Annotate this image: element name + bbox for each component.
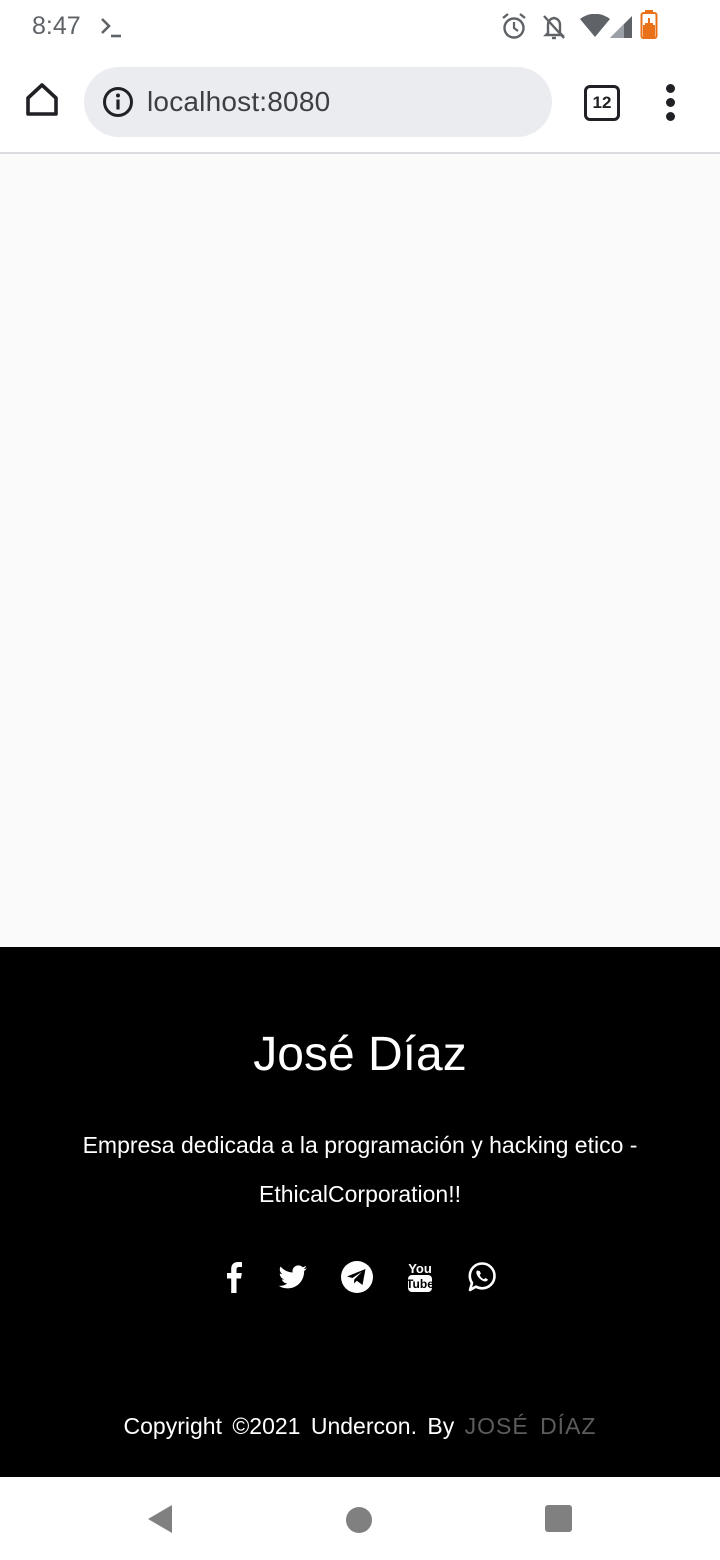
status-time: 8:47	[32, 12, 81, 40]
site-footer: José Díaz Empresa dedicada a la programa…	[0, 947, 720, 1477]
home-circle-icon[interactable]	[346, 1507, 372, 1533]
status-bar: 8:47	[0, 0, 720, 56]
youtube-icon-text-top: You	[408, 1261, 432, 1276]
whatsapp-icon[interactable]	[462, 1257, 502, 1297]
system-nav-bar	[0, 1477, 720, 1560]
more-vert-icon[interactable]	[660, 84, 682, 124]
page-content	[0, 154, 720, 947]
tab-switcher-button[interactable]: 12	[584, 85, 620, 121]
wifi-icon	[580, 13, 610, 43]
copyright-text: Copyright ©2021 Undercon. By	[123, 1413, 455, 1439]
social-links: You Tube	[0, 1257, 720, 1297]
battery-charging-icon	[640, 10, 658, 45]
address-bar[interactable]: localhost:8080	[84, 67, 552, 137]
terminal-icon	[98, 14, 124, 45]
alarm-icon	[500, 12, 528, 47]
notifications-off-icon	[540, 12, 568, 47]
twitter-icon[interactable]	[272, 1257, 312, 1297]
telegram-icon[interactable]	[337, 1257, 377, 1297]
footer-title: José Díaz	[253, 1028, 467, 1081]
footer-description: Empresa dedicada a la programación y hac…	[82, 1132, 638, 1207]
youtube-icon[interactable]: You Tube	[400, 1257, 440, 1297]
back-icon[interactable]	[146, 1503, 174, 1540]
copyright-author-link[interactable]: JOSÉ DÍAZ	[465, 1413, 597, 1439]
url-text: localhost:8080	[147, 86, 331, 117]
copyright: Copyright ©2021 Undercon. By JOSÉ DÍAZ	[0, 1413, 720, 1440]
browser-toolbar: localhost:8080 12	[0, 56, 720, 154]
info-icon[interactable]	[102, 86, 134, 123]
cellular-signal-icon	[610, 14, 634, 43]
youtube-icon-text-bottom: Tube	[406, 1277, 434, 1291]
recents-icon[interactable]	[545, 1505, 572, 1532]
facebook-icon[interactable]	[214, 1257, 254, 1297]
home-icon[interactable]	[22, 80, 62, 126]
